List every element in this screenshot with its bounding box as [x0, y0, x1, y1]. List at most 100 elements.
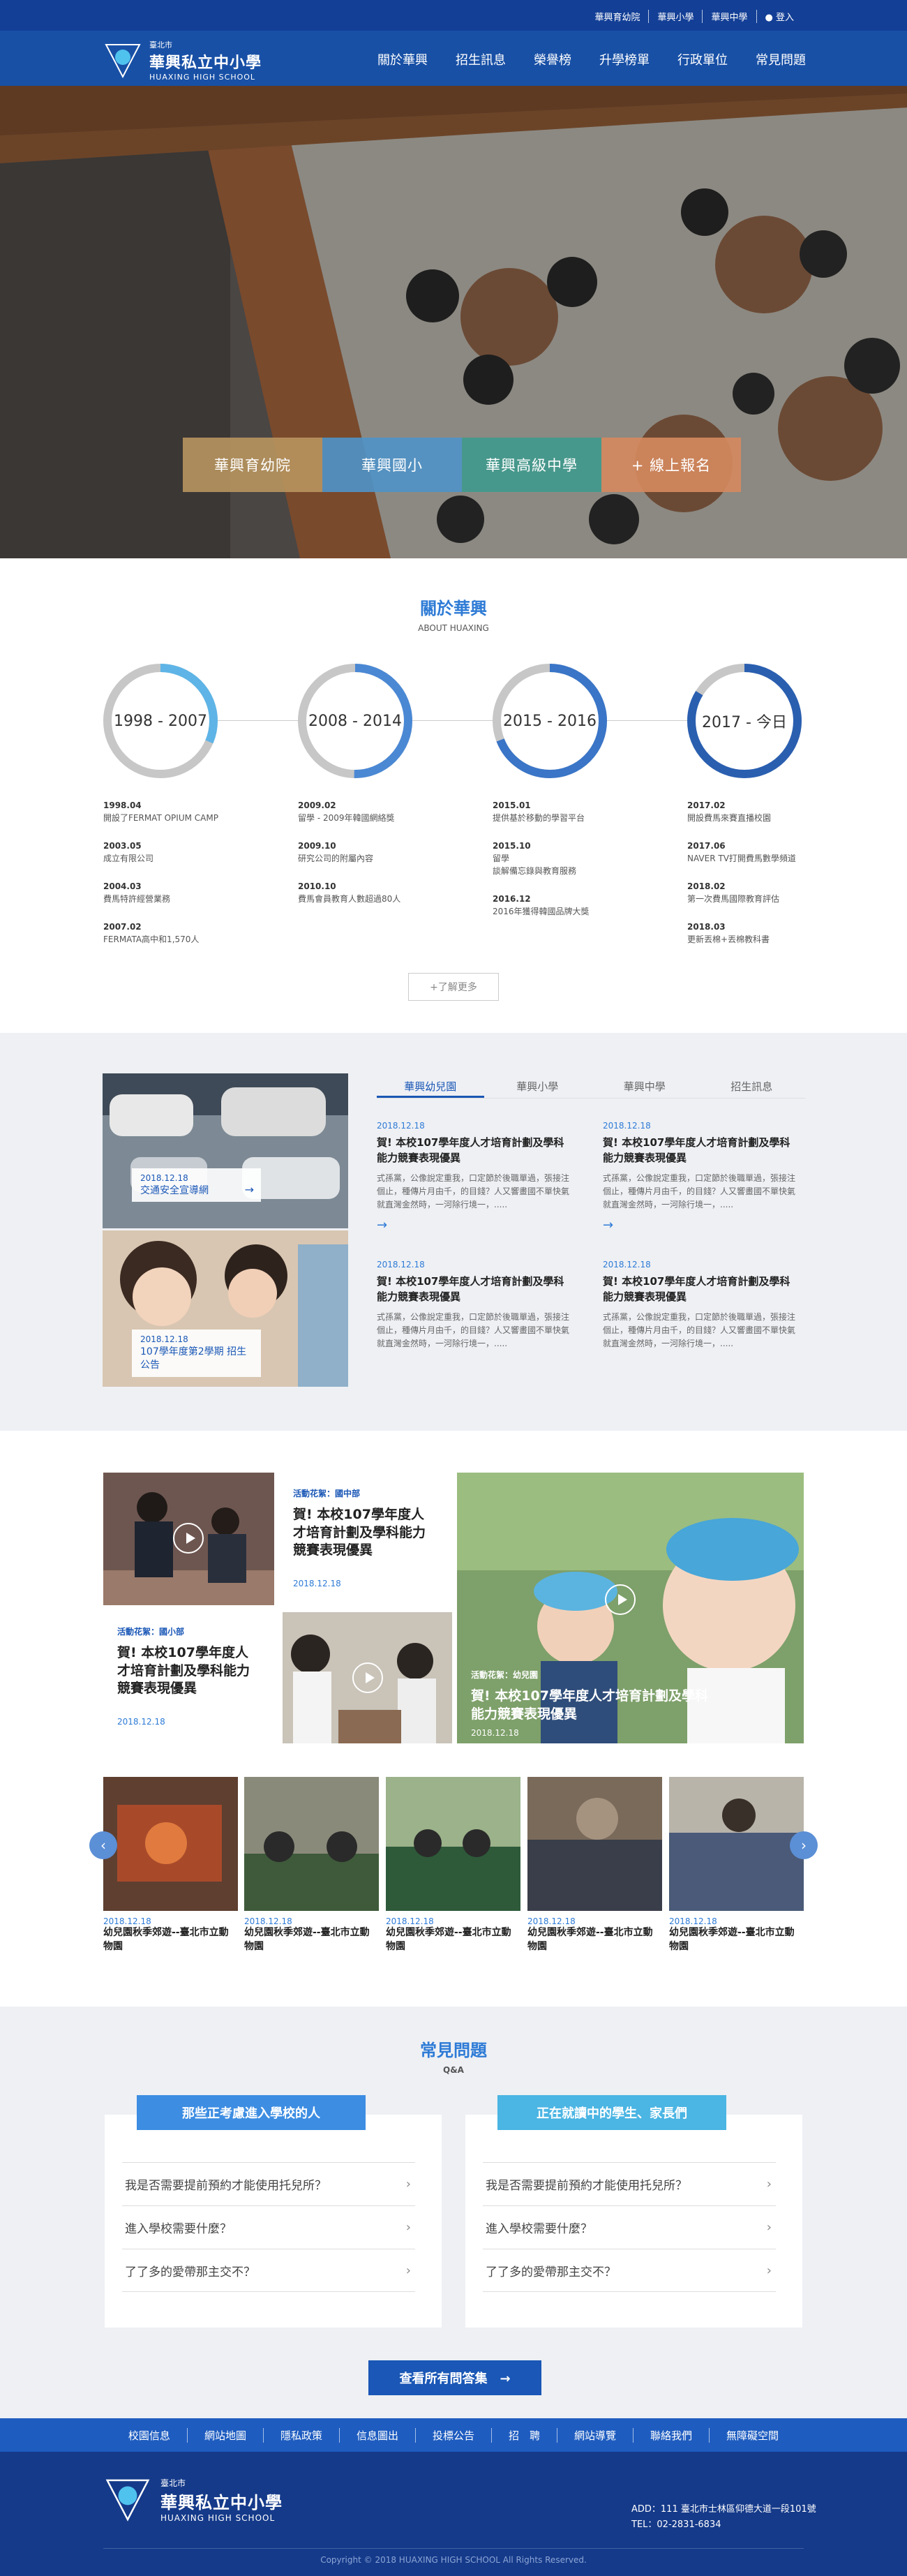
- gallery-item[interactable]: 2018.12.18 幼兒園秋季郊遊--臺北市立動物園: [527, 1777, 662, 1953]
- footer-link[interactable]: 招 聘: [492, 2427, 558, 2443]
- chevron-right-icon: ›: [766, 2177, 772, 2191]
- gallery-item[interactable]: 2018.12.18 幼兒園秋季郊遊--臺北市立動物園: [103, 1777, 238, 1953]
- tab-kindergarten[interactable]: 華興幼兒園: [377, 1075, 484, 1098]
- tab-primary[interactable]: 華興小學: [484, 1075, 592, 1098]
- nav-faq[interactable]: 常見問題: [756, 50, 806, 68]
- login-link[interactable]: ● 登入: [757, 10, 803, 23]
- event-text: 2016年獲得韓國品牌大獎: [493, 907, 590, 916]
- faq-question-text: 進入學校需要什麼？: [486, 2222, 592, 2236]
- faq-question[interactable]: 了了多的愛帶那主交不？ ›: [122, 2249, 415, 2292]
- quick-link-high[interactable]: 華興高級中學: [462, 438, 601, 492]
- chevron-right-icon: ›: [405, 2263, 411, 2278]
- play-icon[interactable]: [173, 1523, 204, 1554]
- gallery-photo: [103, 1777, 238, 1911]
- media-caption[interactable]: 活動花絮：國小部 賀! 本校107學年度人才培育計劃及學科能力競賽表現優異 20…: [117, 1626, 257, 1727]
- footer-link[interactable]: 信息圖出: [340, 2427, 416, 2443]
- nav-honors[interactable]: 榮譽榜: [534, 50, 571, 68]
- quick-link-kindergarten[interactable]: 華興育幼院: [183, 438, 322, 492]
- article-date: 2018.12.18: [377, 1260, 425, 1270]
- footer-link[interactable]: 網站地圖: [188, 2427, 264, 2443]
- event-date: 2017.06: [687, 841, 726, 851]
- media-title: 賀! 本校107學年度人才培育計劃及學科能力競賽表現優異: [117, 1645, 250, 1697]
- util-link-kindergarten[interactable]: 華興育幼院: [586, 10, 650, 23]
- media-caption[interactable]: 活動花絮：國中部 賀! 本校107學年度人才培育計劃及學科能力競賽表現優異 20…: [293, 1488, 433, 1589]
- faq-question-text: 了了多的愛帶那主交不？: [486, 2265, 616, 2279]
- play-icon[interactable]: [605, 1584, 636, 1615]
- gallery-date: 2018.12.18: [244, 1916, 292, 1926]
- util-link-high[interactable]: 華興中學: [703, 10, 757, 23]
- arrow-right-icon: →: [377, 1218, 388, 1233]
- timeline-period: 2017 - 今日: [702, 714, 787, 731]
- faq-question[interactable]: 了了多的愛帶那主交不？ ›: [483, 2249, 776, 2292]
- media-feature-video[interactable]: 活動花絮：幼兒園 賀! 本校107學年度人才培育計劃及學科能力競賽表現優異 20…: [457, 1473, 804, 1743]
- news-article[interactable]: 2018.12.18 賀! 本校107學年度人才培育計劃及學科能力競賽表現優異 …: [603, 1258, 797, 1350]
- quick-link-primary[interactable]: 華興國小: [322, 438, 462, 492]
- hero-banner: 華興育幼院 華興國小 華興高級中學 + 線上報名: [0, 31, 907, 558]
- about-subtitle: ABOUT HUAXING: [418, 623, 489, 633]
- footer-link[interactable]: 投標公告: [416, 2427, 492, 2443]
- about-title: 關於華興: [420, 599, 487, 618]
- faq-question[interactable]: 我是否需要提前預約才能使用托兒所？ ›: [122, 2162, 415, 2205]
- site-logo[interactable]: 臺北市 華興私立中小學 HUAXING HIGH SCHOOL: [103, 39, 262, 82]
- event-text: FERMATA高中和1,570人: [103, 935, 200, 944]
- nav-admin[interactable]: 行政單位: [677, 50, 728, 68]
- timeline-ring: 2017 - 今日: [685, 662, 804, 780]
- footer-link[interactable]: 網站導覽: [557, 2427, 634, 2443]
- news-card-label: 2018.12.18 交通安全宣導網 →: [132, 1168, 261, 1203]
- nav-about[interactable]: 關於華興: [377, 50, 428, 68]
- gallery-date: 2018.12.18: [103, 1916, 151, 1926]
- news-article[interactable]: 2018.12.18 賀! 本校107學年度人才培育計劃及學科能力競賽表現優異 …: [603, 1119, 797, 1236]
- view-all-faq-button[interactable]: 查看所有問答集 →: [368, 2360, 541, 2395]
- gallery-item[interactable]: 2018.12.18 幼兒園秋季郊遊--臺北市立動物園: [386, 1777, 520, 1953]
- nav-results[interactable]: 升學榜單: [599, 50, 650, 68]
- footer-logo[interactable]: 臺北市 華興私立中小學 HUAXING HIGH SCHOOL: [103, 2477, 283, 2523]
- event-date: 2009.10: [298, 841, 336, 851]
- footer-link[interactable]: 無障礙空間: [710, 2428, 795, 2443]
- news-card-title: 交通安全宣導網: [140, 1184, 209, 1196]
- news-article[interactable]: 2018.12.18 賀! 本校107學年度人才培育計劃及學科能力競賽表現優異 …: [377, 1258, 571, 1350]
- faq-heading: 常見問題 Q&A: [0, 2037, 907, 2075]
- faq-question-text: 進入學校需要什麼？: [125, 2222, 232, 2236]
- footer-links: 校園信息 網站地圖 隱私政策 信息圖出 投標公告 招 聘 網站導覽 聯絡我們 無…: [0, 2418, 907, 2452]
- timeline-column: 2017.02 開設費馬來賽直播校園 2017.06 NAVER TV打開費馬數學頻…: [687, 799, 869, 961]
- media-category: 活動花絮：幼兒園: [471, 1670, 539, 1680]
- news-card-date: 2018.12.18: [140, 1173, 188, 1183]
- footer-link[interactable]: 隱私政策: [264, 2427, 340, 2443]
- tab-admissions[interactable]: 招生訊息: [698, 1075, 806, 1098]
- faq-question[interactable]: 進入學校需要什麼？ ›: [122, 2205, 415, 2249]
- faq-group-head: 那些正考慮進入學校的人: [137, 2095, 366, 2130]
- chevron-right-icon: ›: [405, 2177, 411, 2191]
- article-date: 2018.12.18: [377, 1121, 425, 1131]
- news-feature-card[interactable]: 2018.12.18 交通安全宣導網 →: [103, 1073, 348, 1228]
- event-text: 更新丟棉+丟棉教科書: [687, 935, 770, 944]
- footer-link[interactable]: 校園信息: [112, 2427, 188, 2443]
- timeline-ring: 2015 - 2016: [490, 662, 609, 780]
- gallery-next-icon[interactable]: ›: [790, 1831, 818, 1859]
- news-feature-card[interactable]: 2018.12.18 107學年度第2學期 招生公告: [103, 1230, 348, 1387]
- play-icon[interactable]: [352, 1662, 383, 1693]
- faq-question[interactable]: 我是否需要提前預約才能使用托兒所？ ›: [483, 2162, 776, 2205]
- footer-link[interactable]: 聯絡我們: [634, 2427, 710, 2443]
- gallery-title: 幼兒園秋季郊遊--臺北市立動物園: [527, 1927, 653, 1952]
- learn-more-button[interactable]: +了解更多: [408, 973, 499, 1001]
- quick-link-apply[interactable]: + 線上報名: [601, 438, 741, 492]
- news-article[interactable]: 2018.12.18 賀! 本校107學年度人才培育計劃及學科能力競賽表現優異 …: [377, 1119, 571, 1236]
- util-link-primary[interactable]: 華興小學: [649, 10, 703, 23]
- news-card-title: 107學年度第2學期 招生公告: [140, 1346, 247, 1371]
- gallery-item[interactable]: 2018.12.18 幼兒園秋季郊遊--臺北市立動物園: [669, 1777, 804, 1953]
- media-video-thumb[interactable]: [283, 1612, 452, 1743]
- media-category: 活動花絮：國小部: [117, 1627, 185, 1637]
- tab-high[interactable]: 華興中學: [591, 1075, 698, 1098]
- utility-links: 華興育幼院 華興小學 華興中學 ● 登入: [586, 10, 802, 23]
- faq-subtitle: Q&A: [443, 2065, 464, 2075]
- address: ADD：111 臺北市士林區仰德大道一段101號: [631, 2504, 816, 2515]
- faq-question[interactable]: 進入學校需要什麼？ ›: [483, 2205, 776, 2249]
- nav-admissions[interactable]: 招生訊息: [456, 50, 506, 68]
- main-header: 臺北市 華興私立中小學 HUAXING HIGH SCHOOL 關於華興 招生訊…: [0, 31, 907, 86]
- gallery-prev-icon[interactable]: ‹: [89, 1831, 117, 1859]
- event-text: 留學 - 2009年韓國網絡獎: [298, 813, 395, 823]
- media-video-thumb[interactable]: [103, 1473, 274, 1605]
- faq-question-text: 我是否需要提前預約才能使用托兒所？: [486, 2179, 687, 2193]
- gallery-item[interactable]: 2018.12.18 幼兒園秋季郊遊--臺北市立動物園: [244, 1777, 379, 1953]
- event-date: 2007.02: [103, 922, 142, 932]
